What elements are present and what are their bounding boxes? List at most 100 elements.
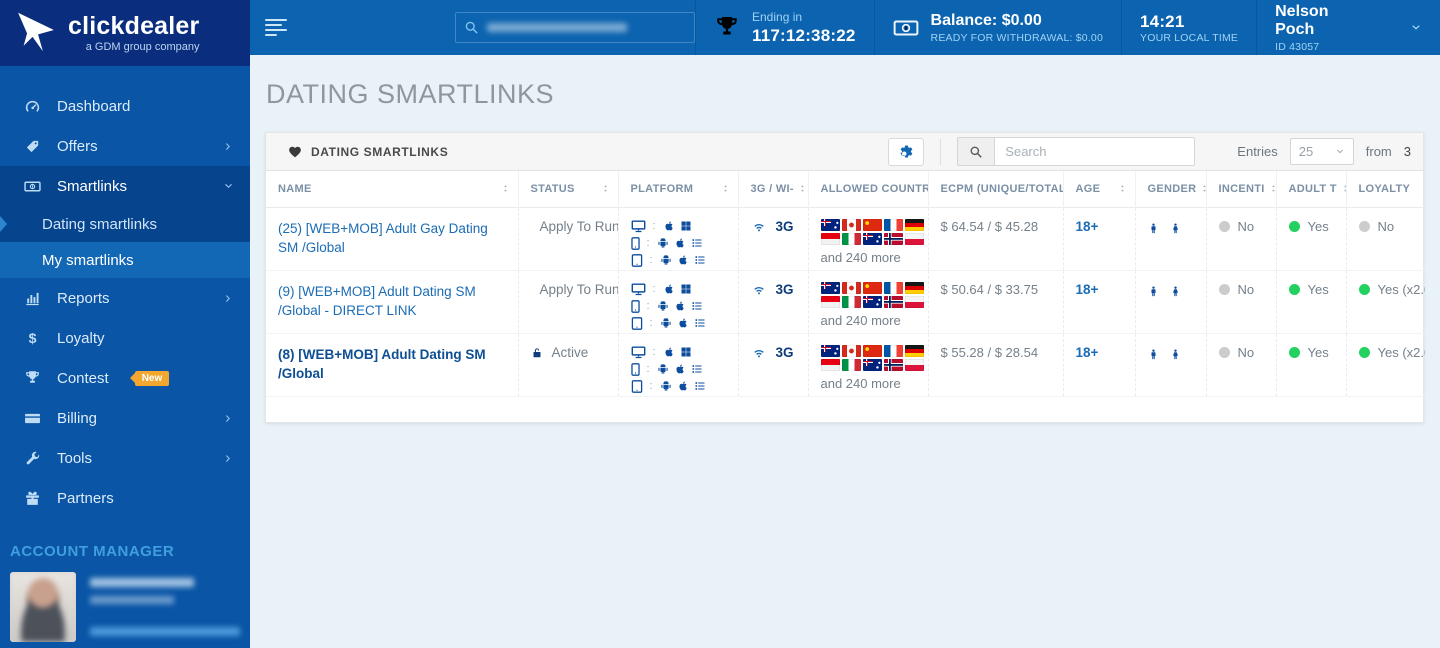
user-menu[interactable]: Nelson Poch ID 43057 [1256,0,1440,55]
brand-logo[interactable]: clickdealer a GDM group company [0,0,250,66]
sidebar-item-reports[interactable]: Reports [0,278,250,318]
sidebar-subitem-my-smartlinks[interactable]: My smartlinks [0,242,250,278]
apple-icon [677,380,689,392]
sidebar-item-tools[interactable]: Tools [0,438,250,478]
balance-section[interactable]: Balance: $0.00 READY FOR WITHDRAWAL: $0.… [873,0,1121,55]
adult-traffic-cell: Yes [1275,207,1346,270]
column-header-platform[interactable]: PLATFORM [617,171,738,207]
svg-text:$: $ [29,330,37,346]
bar-chart-icon [24,290,41,307]
flag-no [883,232,903,245]
android-icon [660,317,672,329]
column-header-age[interactable]: AGE [1062,171,1135,207]
status-dot-green [1288,220,1300,232]
total-entries-count: 3 [1403,144,1411,159]
trophy-icon [24,370,41,387]
banknote-icon [893,15,919,41]
country-flags [820,344,924,371]
column-header-ecpm-unique-total[interactable]: ECPM (UNIQUE/TOTAL) [927,171,1064,207]
male-icon [1148,345,1159,364]
platform-cell: ::: [617,270,738,333]
wifi-icon [751,345,767,359]
loyalty-cell-value: Yes (x2.00) [1377,344,1426,360]
status-dot-gray [1358,220,1370,232]
new-badge: New [134,370,170,386]
smartlink-name-link[interactable]: (9) [WEB+MOB] Adult Dating SM /Global - … [278,284,476,319]
column-header-incenti[interactable]: INCENTI [1205,171,1276,207]
country-flags [820,281,924,308]
tablet-icon [631,316,643,330]
sidebar-item-dashboard[interactable]: Dashboard [0,86,250,126]
smartlink-name-link[interactable]: (25) [WEB+MOB] Adult Gay Dating SM /Glob… [278,221,488,256]
ecpm-cell: $ 55.28 / $ 28.54 [927,333,1063,396]
adult-traffic-cell-value: Yes [1307,218,1329,234]
flag-au [820,344,840,357]
column-header-gender[interactable]: GENDER [1134,171,1206,207]
account-manager-avatar [10,572,76,642]
sidebar-item-partners[interactable]: Partners [0,478,250,518]
sidebar-item-billing[interactable]: Billing [0,398,250,438]
contest-ending-label: Ending in [752,9,803,24]
column-header-allowed-countr[interactable]: ALLOWED COUNTR [807,171,928,207]
entries-label: Entries [1237,144,1278,159]
desktop-icon [631,219,646,233]
windows-icon [680,283,692,295]
platform-line-desktop: : [631,282,730,297]
sidebar-item-contest[interactable]: Contest New [0,358,250,398]
table-search-button[interactable] [957,137,996,166]
account-manager-section: ACCOUNT MANAGER [0,543,250,648]
name-cell: (9) [WEB+MOB] Adult Dating SM /Global - … [266,270,518,333]
flag-nz [862,358,882,371]
smartlinks-card: DATING SMARTLINKS Search Entries 25 from… [265,132,1425,423]
sidebar-item-offers[interactable]: Offers [0,126,250,166]
column-header-label: ECPM (UNIQUE/TOTAL) [940,182,1064,195]
android-icon [657,300,669,312]
sidebar-item-smartlinks[interactable]: Smartlinks [0,166,250,206]
user-name: Nelson Poch [1275,2,1329,38]
column-header-label: NAME [278,182,312,195]
platform-line-desktop: : [631,345,730,360]
gender-cell-wrap [1134,270,1206,333]
card-header: DATING SMARTLINKS Search Entries 25 from… [266,133,1423,171]
sidebar-item-loyalty[interactable]: $ Loyalty [0,318,250,358]
column-header-3g-wi[interactable]: 3G / WI- [737,171,808,207]
column-header-adult-t[interactable]: ADULT T [1275,171,1346,207]
table-search-input[interactable] [995,137,1196,166]
column-header-status[interactable]: STATUS [517,171,618,207]
female-icon [1170,282,1181,301]
table-body: (25) [WEB+MOB] Adult Gay Dating SM /Glob… [266,207,1425,396]
sidebar-item-label: Offers [57,137,98,155]
gender-cell-wrap [1134,333,1206,396]
account-manager-link-redacted[interactable] [90,627,240,636]
connection-label: 3G [775,344,794,360]
status-label: Apply To Run [539,281,619,297]
incentive-cell-value: No [1237,281,1255,297]
loyalty-cell: Yes (x2.00) [1345,270,1425,333]
age-cell: 18+ [1062,207,1135,270]
topbar-search-box[interactable] [455,12,695,43]
from-label: from [1365,144,1392,159]
windows-icon [680,220,692,232]
sort-icon [501,182,510,195]
sidebar-subitem-dating-smartlinks[interactable]: Dating smartlinks [0,206,250,242]
entries-per-page-select[interactable]: 25 [1289,138,1354,165]
sort-icon [721,182,730,195]
hamburger-menu-icon[interactable] [265,0,295,55]
flag-pl [904,358,924,371]
table-settings-button[interactable] [888,137,925,166]
platform-line-tablet: : [631,379,730,394]
mobile-icon [630,236,640,250]
smartlink-name-link[interactable]: (8) [WEB+MOB] Adult Dating SM /Global [278,347,486,382]
column-header-loyalty[interactable]: LOYALTY [1345,171,1425,207]
apple-icon [663,220,675,232]
contest-countdown[interactable]: Ending in 117:12:38:22 [695,0,874,55]
loyalty-cell: Yes (x2.00) [1345,333,1426,396]
wifi-icon [751,219,767,233]
incentive-cell-value: No [1237,218,1255,234]
balance-withdrawal-label: READY FOR WITHDRAWAL: $0.00 [930,31,1104,44]
desktop-icon [631,345,646,359]
age-label: 18+ [1075,344,1099,360]
flag-ca [841,281,861,294]
column-header-name[interactable]: NAME [266,171,518,207]
flag-it [841,232,861,245]
